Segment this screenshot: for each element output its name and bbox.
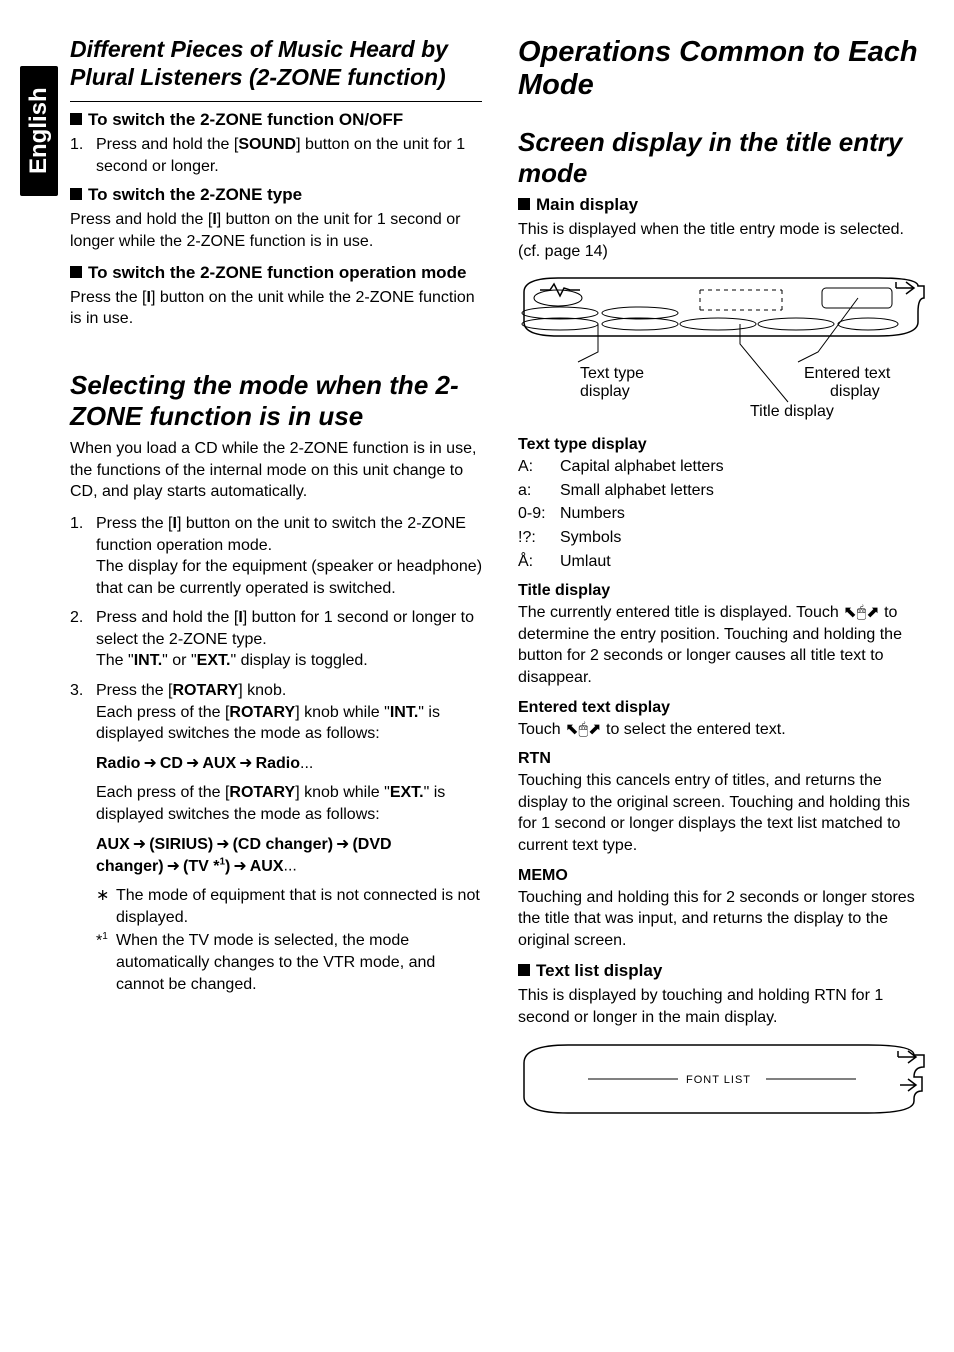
note-item: *1 When the TV mode is selected, the mod…	[96, 930, 482, 995]
right-column: Operations Common to Each Mode Screen di…	[518, 36, 930, 1133]
section-title-selecting-mode: Selecting the mode when the 2-ZONE funct…	[70, 370, 482, 432]
bullet-square-icon	[70, 266, 82, 278]
paragraph: This is displayed by touching and holdin…	[518, 985, 930, 1028]
svg-text:display: display	[830, 383, 880, 400]
heading-switch-type: To switch the 2-ZONE type	[70, 185, 482, 205]
fig-label-fontlist: FONT LIST	[686, 1074, 751, 1086]
note-text: When the TV mode is selected, the mode a…	[116, 930, 482, 995]
list-item: a:Small alphabet letters	[518, 480, 930, 502]
chapter-title: Operations Common to Each Mode	[518, 36, 930, 103]
mode-sequence-ext: AUX➜(SIRIUS)➜(CD changer)➜(DVD changer)➜…	[70, 834, 482, 878]
bullet-square-icon	[70, 188, 82, 200]
step-list-selecting: 1. Press the [I] button on the unit to s…	[70, 513, 482, 745]
paragraph: Press and hold the [I] button on the uni…	[70, 209, 482, 252]
fig-label-entered: Entered text	[804, 365, 891, 382]
notes: ∗ The mode of equipment that is not conn…	[70, 885, 482, 995]
list-item: 0-9:Numbers	[518, 503, 930, 525]
list-item: 1. Press the [I] button on the unit to s…	[70, 513, 482, 599]
step-marker: 1.	[70, 134, 96, 177]
list-item: A:Capital alphabet letters	[518, 456, 930, 478]
step-list-onoff: 1. Press and hold the [SOUND] button on …	[70, 134, 482, 177]
list-item: Å:Umlaut	[518, 551, 930, 573]
heading-rtn: RTN	[518, 750, 930, 768]
paragraph: This is displayed when the title entry m…	[518, 219, 930, 262]
paragraph: Touching this cancels entry of titles, a…	[518, 770, 930, 856]
step-text: Press the [ROTARY] knob.Each press of th…	[96, 680, 482, 745]
heading-switch-onoff: To switch the 2-ZONE function ON/OFF	[70, 110, 482, 130]
step-text: Press and hold the [I] button for 1 seco…	[96, 607, 482, 672]
paragraph: Touching and holding this for 2 seconds …	[518, 887, 930, 952]
note-item: ∗ The mode of equipment that is not conn…	[96, 885, 482, 928]
bullet-square-icon	[518, 198, 530, 210]
mode-sequence-int: Radio➜CD➜AUX➜Radio...	[70, 753, 482, 775]
heading-texttype-display: Text type display	[518, 436, 930, 454]
paragraph: Press the [I] button on the unit while t…	[70, 287, 482, 330]
step-marker: 2.	[70, 607, 96, 672]
step-marker: 3.	[70, 680, 96, 745]
asterisk-marker: ∗	[96, 885, 116, 928]
language-tab: English	[20, 66, 58, 196]
heading-memo: MEMO	[518, 867, 930, 885]
list-item: 3. Press the [ROTARY] knob.Each press of…	[70, 680, 482, 745]
page-content: Different Pieces of Music Heard by Plura…	[70, 36, 930, 1133]
list-item: !?:Symbols	[518, 527, 930, 549]
bullet-square-icon	[518, 964, 530, 976]
step-text: Press the [I] button on the unit to swit…	[96, 513, 482, 599]
step-marker: 1.	[70, 513, 96, 599]
figure-main-display: Text type display Entered text display T…	[518, 272, 930, 422]
definition-list-texttypes: A:Capital alphabet letters a:Small alpha…	[518, 456, 930, 572]
list-item: 2. Press and hold the [I] button for 1 s…	[70, 607, 482, 672]
heading-switch-opmode: To switch the 2-ZONE function operation …	[70, 263, 482, 283]
heading-entered-text-display: Entered text display	[518, 699, 930, 717]
paragraph: When you load a CD while the 2-ZONE func…	[70, 438, 482, 503]
bullet-square-icon	[70, 113, 82, 125]
heading-title-display: Title display	[518, 582, 930, 600]
heading-main-display: Main display	[518, 195, 930, 215]
footnote-marker: *1	[96, 930, 116, 995]
paragraph: The currently entered title is displayed…	[518, 602, 930, 688]
fig-label-texttype: Text type	[580, 365, 644, 382]
fig-label-title: Title display	[750, 403, 834, 420]
list-item: 1. Press and hold the [SOUND] button on …	[70, 134, 482, 177]
step-text: Press and hold the [SOUND] button on the…	[96, 134, 482, 177]
paragraph: Touch ⬉🖱⬈ to select the entered text.	[518, 719, 930, 741]
heading-text-list-display: Text list display	[518, 961, 930, 981]
section-title-2zone: Different Pieces of Music Heard by Plura…	[70, 36, 482, 91]
figure-text-list-display: FONT LIST	[518, 1039, 930, 1119]
note-text: The mode of equipment that is not connec…	[116, 885, 482, 928]
left-column: Different Pieces of Music Heard by Plura…	[70, 36, 482, 1133]
divider	[70, 101, 482, 102]
svg-text:display: display	[580, 383, 630, 400]
paragraph: Each press of the [ROTARY] knob while "E…	[70, 782, 482, 825]
section-title-screen-display: Screen display in the title entry mode	[518, 127, 930, 189]
